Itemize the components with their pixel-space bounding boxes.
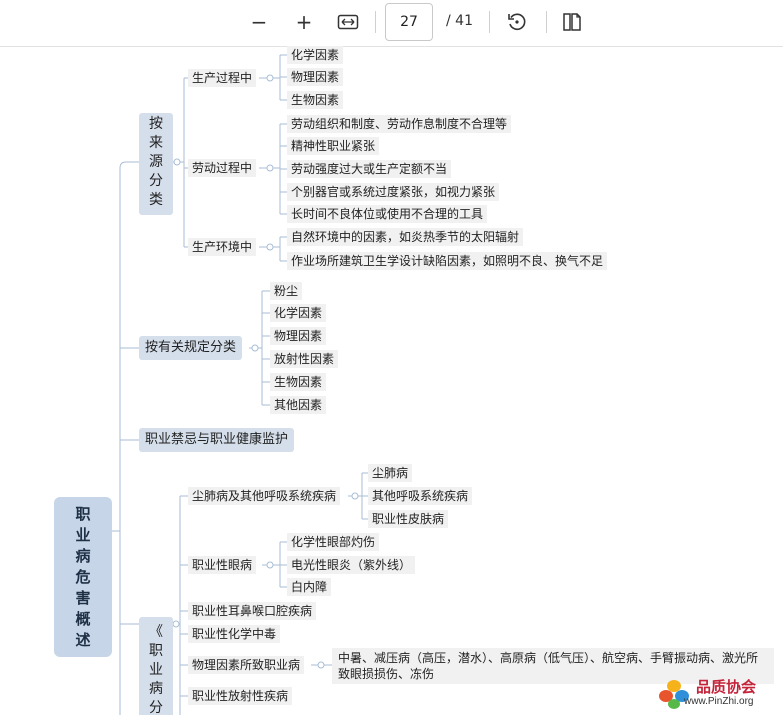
toolbar-divider [489, 11, 490, 33]
leaf-node[interactable]: 化学因素 [270, 304, 327, 322]
pdf-toolbar: − + / 41 [0, 0, 783, 47]
node-labor-process[interactable]: 劳动过程中 [188, 159, 257, 177]
node-char: 病 [149, 681, 163, 697]
node-by-source[interactable]: 按 来 源 分 类 [139, 113, 173, 215]
node-char: 分 [149, 700, 163, 715]
root-char: 业 [75, 525, 91, 544]
zoom-in-button[interactable]: + [288, 7, 320, 37]
page-total: / 41 [446, 13, 473, 29]
leaf-node[interactable]: 职业性皮肤病 [368, 510, 449, 528]
page-view-button[interactable] [556, 7, 588, 37]
leaf-node[interactable]: 物理因素 [270, 327, 327, 345]
pinzhi-watermark: 品质协会 www.PinZhi.org [654, 675, 780, 713]
toolbar-divider [375, 11, 376, 33]
leaf-node[interactable]: 作业场所建筑卫生学设计缺陷因素，如照明不良、换气不足 [287, 252, 608, 270]
node-occupational-taboo[interactable]: 职业禁忌与职业健康监护 [139, 428, 295, 452]
node-char: 业 [149, 662, 163, 678]
node-char: 类 [149, 192, 163, 208]
node-char: 职 [149, 643, 163, 659]
leaf-node[interactable]: 其他呼吸系统疾病 [368, 487, 473, 505]
root-char: 害 [75, 588, 91, 607]
node-disease-catalog[interactable]: 《 职 业 病 分 [139, 617, 173, 715]
leaf-node[interactable]: 劳动强度过大或生产定额不当 [287, 160, 452, 178]
page-number-input[interactable] [385, 3, 433, 41]
leaf-node[interactable]: 放射性因素 [270, 350, 339, 368]
node-char: 分 [149, 173, 163, 189]
zoom-out-button[interactable]: − [243, 7, 275, 37]
leaf-node[interactable]: 白内障 [287, 578, 332, 596]
leaf-node[interactable]: 化学性眼部灼伤 [287, 533, 380, 551]
leaf-node[interactable]: 精神性职业紧张 [287, 137, 380, 155]
leaf-node[interactable]: 粉尘 [270, 282, 303, 300]
leaf-node[interactable]: 电光性眼炎（紫外线） [287, 556, 416, 574]
node-char: 源 [149, 154, 163, 170]
root-char: 职 [75, 504, 91, 523]
node-char: 《 [149, 624, 163, 640]
root-char: 病 [75, 546, 91, 565]
leaf-node[interactable]: 自然环境中的因素，如炎热季节的太阳辐射 [287, 228, 524, 246]
node-pneumoconiosis-group[interactable]: 尘肺病及其他呼吸系统疾病 [188, 487, 341, 505]
node-physical-factor-disease[interactable]: 物理因素所致职业病 [188, 656, 305, 674]
leaf-node[interactable]: 个别器官或系统过度紧张，如视力紧张 [287, 183, 500, 201]
watermark-name: 品质协会 [696, 678, 757, 696]
watermark-url: www.PinZhi.org [684, 696, 754, 707]
node-radiation-disease[interactable]: 职业性放射性疾病 [188, 687, 293, 705]
leaf-node[interactable]: 长时间不良体位或使用不合理的工具 [287, 205, 488, 223]
node-chemical-poisoning[interactable]: 职业性化学中毒 [188, 625, 281, 643]
fit-width-icon [337, 14, 359, 30]
node-production-process[interactable]: 生产过程中 [188, 69, 257, 87]
toolbar-divider [546, 11, 547, 33]
node-by-regulation[interactable]: 按有关规定分类 [139, 336, 243, 360]
node-char: 来 [149, 135, 163, 151]
leaf-node[interactable]: 物理因素 [287, 68, 344, 86]
leaf-node[interactable]: 其他因素 [270, 396, 327, 414]
node-environment[interactable]: 生产环境中 [188, 238, 257, 256]
leaf-node[interactable]: 劳动组织和制度、劳动作息制度不合理等 [287, 115, 512, 133]
root-char: 危 [75, 567, 91, 586]
leaf-node[interactable]: 尘肺病 [368, 464, 413, 482]
leaf-node[interactable]: 生物因素 [270, 373, 327, 391]
mindmap-connectors [112, 54, 368, 715]
node-eye-disease[interactable]: 职业性眼病 [188, 556, 257, 574]
node-char: 按 [149, 116, 163, 132]
root-char: 述 [75, 630, 91, 649]
rotate-icon [508, 13, 526, 31]
root-char: 概 [75, 609, 91, 628]
mindmap-canvas: 职 业 病 危 害 概 述 按 来 源 分 类 生产过程中 化学因素 物理因素 … [0, 46, 783, 715]
rotate-button[interactable] [501, 7, 533, 37]
leaf-node[interactable]: 生物因素 [287, 91, 344, 109]
root-node[interactable]: 职 业 病 危 害 概 述 [54, 497, 112, 657]
two-page-icon [563, 13, 581, 31]
fit-width-button[interactable] [332, 7, 364, 37]
leaf-node[interactable]: 化学因素 [287, 46, 344, 64]
node-ent-disease[interactable]: 职业性耳鼻喉口腔疾病 [188, 602, 317, 620]
